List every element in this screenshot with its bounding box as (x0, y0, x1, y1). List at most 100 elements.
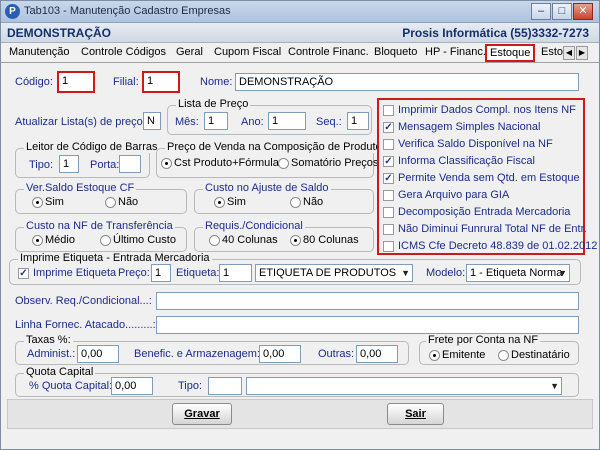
linha-input[interactable] (156, 316, 579, 334)
tab-controle-financ[interactable]: Controle Financ. (288, 46, 369, 58)
minimize-icon: – (537, 5, 545, 17)
maximize-button[interactable]: □ (552, 3, 572, 20)
tab-geral[interactable]: Geral (176, 46, 203, 58)
tab-hp-financ[interactable]: HP - Financ. (425, 46, 486, 58)
stock-check-option-sim: Sim (45, 196, 64, 208)
mes-input[interactable]: 1 (204, 112, 228, 130)
sale-price-radio-soma[interactable] (278, 158, 289, 169)
tab-cupom-fiscal[interactable]: Cupom Fiscal (214, 46, 281, 58)
sale-price-legend: Preço de Venda na Composição de Produtos (165, 141, 390, 153)
balance-cost-option-nao: Não (303, 196, 324, 208)
option-checkbox-3[interactable]: ✓ (383, 156, 394, 167)
barcode-tipo-label: Tipo: (29, 159, 54, 171)
transfer-cost-radio-medio[interactable] (32, 235, 43, 246)
exit-button[interactable]: Sair (387, 403, 444, 425)
ano-input[interactable]: 1 (268, 112, 306, 130)
app-window: P Tab103 - Manutenção Cadastro Empresas … (0, 0, 600, 450)
freight-option-destinatario: Destinatário (511, 349, 570, 361)
app-logo-icon: P (5, 4, 20, 19)
nome-input[interactable]: DEMONSTRAÇÃO (235, 73, 579, 91)
sale-price-option-soma: Somatório Preços (291, 157, 379, 169)
option-checkbox-4[interactable]: ✓ (383, 173, 394, 184)
chevron-down-icon: ▼ (550, 381, 559, 391)
seq-label: Seq.: (316, 116, 342, 128)
brand-contact: Prosis Informática (55)3332-7273 (402, 26, 589, 40)
label-print-etiqueta-select[interactable]: ETIQUETA DE PRODUTOS ▼ (255, 264, 413, 282)
close-button[interactable]: ✕ (573, 3, 593, 20)
linha-label: Linha Fornec. Atacado.........: (15, 319, 156, 331)
option-label-5: Gera Arquivo para GIA (398, 189, 510, 201)
option-label-3: Informa Classificação Fiscal (398, 155, 535, 167)
tab-scroll-left-button[interactable]: ◀ (563, 46, 575, 60)
label-print-checkbox[interactable]: ✓ (18, 268, 29, 279)
tab-scroll-right-button[interactable]: ▶ (576, 46, 588, 60)
tab-controle-codigos[interactable]: Controle Códigos (81, 46, 166, 58)
requisition-radio-80[interactable] (290, 235, 301, 246)
freight-option-emitente: Emitente (442, 349, 486, 361)
obs-input[interactable] (156, 292, 579, 310)
freight-radio-emitente[interactable] (429, 350, 440, 361)
label-print-checkbox-label: Imprime Etiqueta (33, 267, 117, 279)
label-print-modelo-select[interactable]: 1 - Etiqueta Norma ▼ (466, 264, 570, 282)
quota-tipo-label: Tipo: (178, 380, 203, 392)
taxes-outras-input[interactable]: 0,00 (356, 345, 398, 363)
codigo-input[interactable]: 1 (57, 71, 95, 93)
mes-label: Mês: (175, 116, 199, 128)
taxes-benef-input[interactable]: 0,00 (259, 345, 301, 363)
stock-check-legend: Ver.Saldo Estoque CF (24, 182, 137, 194)
seq-input[interactable]: 1 (347, 112, 369, 130)
option-checkbox-7[interactable] (383, 224, 394, 235)
taxes-adm-input[interactable]: 0,00 (77, 345, 119, 363)
option-checkbox-2[interactable] (383, 139, 394, 150)
taxes-adm-label: Administ.: (27, 348, 76, 360)
ano-label: Ano: (241, 116, 264, 128)
minimize-button[interactable]: – (531, 3, 551, 20)
taxes-benef-label: Benefic. e Armazenagem: (134, 348, 260, 360)
requisition-radio-40[interactable] (209, 235, 220, 246)
option-label-4: Permite Venda sem Qtd. em Estoque (398, 172, 580, 184)
balance-cost-radio-nao[interactable] (290, 197, 301, 208)
tab-bloqueto[interactable]: Bloqueto (374, 46, 417, 58)
freight-radio-destinatario[interactable] (498, 350, 509, 361)
update-price-input[interactable]: N (143, 112, 161, 130)
label-print-modelo-label: Modelo: (426, 267, 466, 279)
chevron-left-icon: ◀ (565, 48, 573, 57)
barcode-legend: Leitor de Código de Barras (24, 141, 160, 153)
option-checkbox-5[interactable] (383, 190, 394, 201)
option-checkbox-8[interactable] (383, 241, 394, 252)
quota-percent-input[interactable]: 0,00 (111, 377, 153, 395)
option-checkbox-6[interactable] (383, 207, 394, 218)
barcode-porta-input[interactable] (119, 155, 141, 173)
option-label-2: Verifica Saldo Disponível na NF (398, 138, 553, 150)
tab-bar: Manutenção Controle Códigos Geral Cupom … (1, 43, 599, 63)
save-button[interactable]: Gravar (172, 403, 232, 425)
header-strip: DEMONSTRAÇÃO Prosis Informática (55)3332… (1, 23, 599, 43)
filial-input[interactable]: 1 (142, 71, 180, 93)
label-print-etiqueta-input[interactable]: 1 (219, 264, 252, 282)
title-bar: P Tab103 - Manutenção Cadastro Empresas … (1, 1, 599, 23)
codigo-label: Código: (15, 76, 53, 88)
transfer-cost-radio-ultimo[interactable] (100, 235, 111, 246)
quota-tipo-select[interactable]: ▼ (246, 377, 562, 395)
stock-check-radio-nao[interactable] (105, 197, 116, 208)
barcode-porta-label: Porta: (90, 159, 120, 171)
balance-cost-option-sim: Sim (227, 196, 246, 208)
option-checkbox-0[interactable] (383, 105, 394, 116)
quota-percent-label: % Quota Capital: (29, 380, 113, 392)
barcode-tipo-input[interactable]: 1 (59, 155, 79, 173)
option-checkbox-1[interactable]: ✓ (383, 122, 394, 133)
sale-price-radio-cst[interactable] (161, 158, 172, 169)
label-print-etiqueta-label: Etiqueta: (176, 267, 220, 279)
button-bar (7, 399, 593, 429)
taxes-legend: Taxas %: (24, 334, 73, 346)
label-print-preco-input[interactable]: 1 (151, 264, 171, 282)
label-print-etiqueta-select-value: ETIQUETA DE PRODUTOS (259, 267, 397, 279)
tab-manutencao[interactable]: Manutenção (9, 46, 70, 58)
balance-cost-radio-sim[interactable] (214, 197, 225, 208)
update-price-label: Atualizar Lista(s) de preço: (15, 116, 146, 128)
quota-tipo-input[interactable] (208, 377, 242, 395)
stock-check-radio-sim[interactable] (32, 197, 43, 208)
price-list-legend: Lista de Preço (176, 98, 251, 110)
tab-estoque[interactable]: Estoque (485, 44, 536, 62)
maximize-icon: □ (558, 5, 566, 17)
